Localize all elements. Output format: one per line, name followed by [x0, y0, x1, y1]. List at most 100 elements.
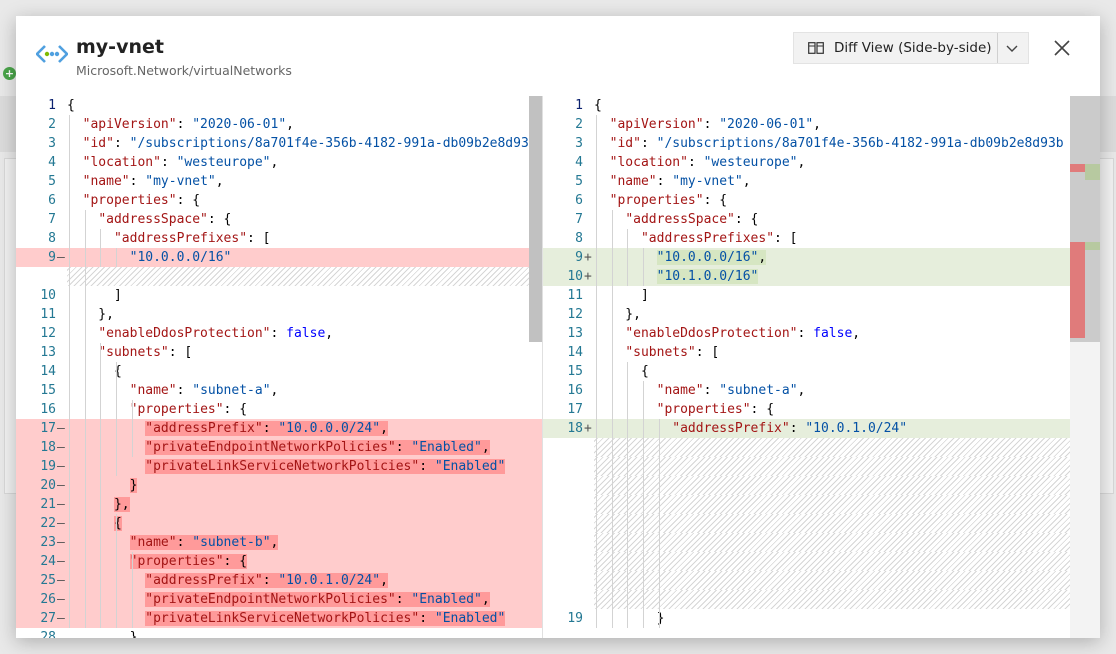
line-number: 19: [567, 611, 583, 626]
code-line: 12 },: [543, 305, 1070, 324]
code-line: 10 ]: [16, 286, 543, 305]
code-line: 8 "addressPrefixes": [: [16, 229, 543, 248]
code-text: }: [67, 628, 138, 638]
indent-guide: [627, 362, 629, 628]
diff-view-selector[interactable]: Diff View (Side-by-side): [793, 32, 1029, 64]
code-token: "addressSpace": [98, 212, 208, 227]
code-text: "privateLinkServiceNetworkPolicies": "En…: [67, 457, 506, 476]
code-text: "properties": {: [67, 191, 200, 210]
vnet-icon: [36, 45, 68, 63]
code-text: },: [67, 305, 114, 324]
insertion-marker: +: [584, 269, 592, 284]
code-token: "subnets": [625, 345, 696, 360]
indent-guide: [84, 210, 86, 628]
diff-dialog: my-vnet Microsoft.Network/virtualNetwork…: [16, 16, 1100, 638]
chevron-down-icon[interactable]: [1004, 41, 1020, 55]
code-token: "10.0.1.0/24": [805, 421, 908, 436]
code-token: "/subscriptions/8a701f4e-356b-4182-991a-…: [129, 136, 537, 151]
indent-guide: [658, 419, 660, 628]
inserted-line: 18 + "addressPrefix": "10.0.1.0/24": [543, 419, 1070, 438]
deleted-line: 26— "privateEndpointNetworkPolicies": "E…: [16, 590, 543, 609]
code-token: ,: [813, 117, 821, 132]
code-token: "properties": [609, 193, 704, 208]
code-text: "subnets": [: [67, 343, 192, 362]
code-token: : {: [750, 402, 775, 417]
overview-ruler[interactable]: [1070, 96, 1100, 638]
insertion-marker: +: [584, 421, 592, 436]
code-text: "location": "westeurope",: [67, 153, 279, 172]
code-text: "10.0.0.0/16": [67, 248, 232, 267]
code-token: :: [789, 421, 806, 436]
code-token: "privateEndpointNetworkPolicies": [145, 592, 396, 607]
line-number: 7: [48, 212, 56, 227]
close-icon[interactable]: [1052, 38, 1072, 58]
code-token: "Enabled": [434, 611, 506, 626]
deletion-marker: —: [57, 535, 65, 550]
line-number: 10: [40, 288, 56, 303]
code-token: :: [262, 421, 279, 436]
code-text: "addressSpace": {: [594, 210, 758, 229]
code-text: "enableDdosProtection": false,: [67, 324, 333, 343]
code-token: "location": [609, 155, 688, 170]
code-token: "privateLinkServiceNetworkPolicies": [145, 611, 420, 626]
code-token: {: [67, 98, 75, 113]
code-line: 5 "name": "my-vnet",: [543, 172, 1070, 191]
code-token: :: [640, 136, 657, 151]
code-text: "properties": {: [67, 400, 247, 419]
original-editor-pane[interactable]: 1{2 "apiVersion": "2020-06-01", 3 "id": "…: [16, 96, 543, 638]
code-token: {: [594, 364, 649, 379]
code-text: {: [594, 362, 649, 381]
code-text: "name": "my-vnet",: [594, 172, 751, 191]
code-token: ,: [270, 155, 279, 170]
line-number: 6: [575, 193, 583, 208]
code-token: :: [687, 155, 704, 170]
line-number: 5: [48, 174, 56, 189]
diff-filler-row: [594, 571, 1070, 590]
line-number: 9: [48, 250, 56, 265]
code-token: "addressPrefix": [145, 421, 263, 436]
code-token: "enableDdosProtection": [98, 326, 271, 341]
code-token: "10.1.0.0/16": [656, 269, 759, 284]
line-number: 15: [40, 383, 56, 398]
line-number: 11: [40, 307, 56, 322]
code-token: },: [594, 307, 641, 322]
vertical-scrollbar-thumb[interactable]: [529, 96, 543, 342]
line-number: 20: [40, 478, 56, 493]
insertion-marker: +: [584, 250, 592, 265]
line-number: 16: [567, 383, 583, 398]
line-number: 28: [40, 630, 56, 638]
line-number: 13: [40, 345, 56, 360]
code-token: "2020-06-01": [192, 117, 287, 132]
code-token: "privateLinkServiceNetworkPolicies": [145, 459, 420, 474]
line-number: 4: [48, 155, 56, 170]
code-text: "privateEndpointNetworkPolicies": "Enabl…: [67, 590, 490, 609]
modified-editor-pane[interactable]: 1{2 "apiVersion": "2020-06-01", 3 "id": "…: [543, 96, 1070, 638]
code-text: {: [67, 362, 122, 381]
code-token: :: [656, 174, 673, 189]
code-token: : {: [207, 212, 232, 227]
code-text: "apiVersion": "2020-06-01",: [594, 115, 821, 134]
deletion-marker: —: [57, 592, 65, 607]
code-token: "10.0.0.0/16": [656, 250, 759, 265]
code-token: ,: [852, 326, 861, 341]
code-line: 6 "properties": {: [16, 191, 543, 210]
line-number: 13: [567, 326, 583, 341]
code-token: "name": [129, 383, 177, 398]
line-number: 17: [567, 402, 583, 417]
code-token: :: [160, 155, 177, 170]
code-text: "name": "my-vnet",: [67, 172, 224, 191]
overview-deletion-marker: [1070, 164, 1085, 172]
code-token: "subnet-a": [719, 383, 798, 398]
deletion-marker: —: [57, 554, 65, 569]
code-token: "id": [609, 136, 641, 151]
code-line: 7 "addressSpace": {: [16, 210, 543, 229]
code-token: "enableDdosProtection": [625, 326, 798, 341]
line-number: 14: [567, 345, 583, 360]
line-number: 27: [40, 611, 56, 626]
code-token: "addressPrefixes": [113, 231, 248, 246]
